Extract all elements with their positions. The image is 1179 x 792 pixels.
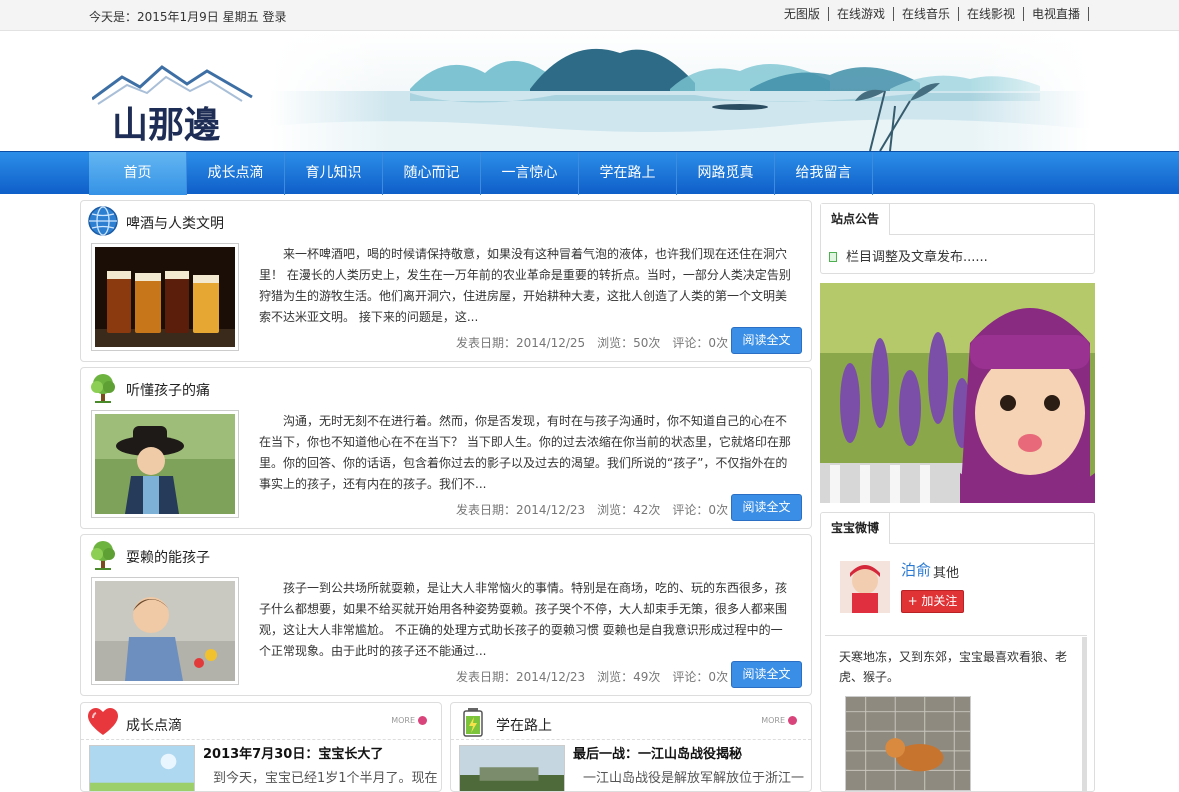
tree-icon: [91, 374, 115, 403]
article-card: 耍赖的能孩子 孩子一到公共场所就耍赖，是让大人非常恼火的事情。特别是在商场，吃的…: [80, 534, 812, 696]
category-box-learning: 学在路上 MORE 最后一战：一江山岛战役揭秘 一江山岛战役是解放军解放位于浙江…: [450, 702, 812, 792]
article-excerpt: 沟通，无时无刻不在进行着。然而，你是否发现，有时在与孩子沟通时，你不知道自己的心…: [259, 414, 791, 491]
weibo-post-text: 天寒地冻，又到东郊，宝宝最喜欢看狼、老虎、猴子。: [839, 650, 1068, 684]
user-name[interactable]: 泊俞: [901, 559, 931, 580]
nav-web[interactable]: 网路觅真: [677, 152, 775, 195]
heart-icon: [88, 708, 118, 735]
top-link-no-image[interactable]: 无图版: [776, 7, 829, 21]
nav-notes[interactable]: 随心而记: [383, 152, 481, 195]
baby-photo: [820, 283, 1095, 503]
more-arrow-icon: [418, 716, 427, 725]
article-excerpt: 孩子一到公共场所就耍赖，是让大人非常恼火的事情。特别是在商场，吃的、玩的东西很多…: [259, 581, 788, 658]
beer-image: [95, 247, 235, 347]
article-card: 啤酒与人类文明 来一杯啤酒吧，喝的时候请保持敬意，如果没有这种冒着气泡的液体，也…: [80, 200, 812, 362]
notice-item[interactable]: 栏目调整及文章发布......: [829, 246, 988, 265]
top-link-music[interactable]: 在线音乐: [894, 7, 959, 21]
entry-thumbnail[interactable]: [89, 745, 195, 792]
nav-guestbook[interactable]: 给我留言: [775, 152, 873, 195]
top-link-games[interactable]: 在线游戏: [829, 7, 894, 21]
nav-parenting[interactable]: 育儿知识: [285, 152, 383, 195]
article-meta: 发表日期：2014/12/23 浏览：49次 评论：0次: [456, 670, 729, 684]
logo-text: 山那邊: [112, 104, 220, 146]
landscape-banner: [270, 31, 1090, 151]
entry-text: 一江山岛战役是解放军解放位于浙江一: [583, 771, 805, 786]
site-header: 山那邊: [0, 31, 1179, 151]
panel-title[interactable]: 站点公告: [821, 204, 891, 235]
article-thumbnail[interactable]: [91, 410, 239, 518]
divider: [825, 635, 1087, 636]
main-nav: 首页 成长点滴 育儿知识 随心而记 一言惊心 学在路上 网路觅真 给我留言: [0, 151, 1179, 195]
follow-button[interactable]: + 加关注: [901, 590, 964, 613]
post-image[interactable]: [845, 696, 971, 791]
crying-child-image: [95, 581, 235, 681]
article-title[interactable]: 耍赖的能孩子: [126, 547, 210, 567]
entry-thumbnail[interactable]: [459, 745, 565, 792]
top-link-tv[interactable]: 电视直播: [1024, 7, 1089, 21]
date-line: 今天是：2015年1月9日 星期五 登录: [89, 8, 286, 25]
site-logo[interactable]: 山那邊: [92, 49, 262, 149]
read-more-button[interactable]: 阅读全文: [731, 661, 802, 688]
top-link-video[interactable]: 在线影视: [959, 7, 1024, 21]
article-thumbnail[interactable]: [91, 577, 239, 685]
top-bar: 今天是：2015年1月9日 星期五 登录 无图版 在线游戏 在线音乐 在线影视 …: [0, 0, 1179, 31]
read-more-button[interactable]: 阅读全文: [731, 494, 802, 521]
entry-title[interactable]: 2013年7月30日：宝宝长大了: [203, 743, 383, 762]
box-title: 学在路上: [496, 718, 552, 734]
panel-title[interactable]: 宝宝微博: [821, 513, 891, 544]
battery-icon: [463, 708, 483, 737]
nav-home[interactable]: 首页: [89, 152, 187, 195]
tree-icon: [91, 541, 115, 570]
entry-text: 到今天，宝宝已经1岁1个半月了。现在: [213, 771, 438, 786]
nav-quotes[interactable]: 一言惊心: [481, 152, 579, 195]
child-hat-image: [95, 414, 235, 514]
article-title[interactable]: 啤酒与人类文明: [126, 213, 224, 233]
nav-growth[interactable]: 成长点滴: [187, 152, 285, 195]
user-avatar[interactable]: [840, 561, 890, 613]
article-meta: 发表日期：2014/12/23 浏览：42次 评论：0次: [456, 503, 729, 517]
divider: [451, 739, 811, 740]
divider: [81, 739, 441, 740]
globe-icon: [88, 206, 118, 236]
scrollbar[interactable]: [1082, 637, 1087, 791]
box-title: 成长点滴: [126, 718, 182, 734]
entry-title[interactable]: 最后一战：一江山岛战役揭秘: [573, 743, 742, 762]
weibo-panel: 宝宝微博 泊俞 其他 + 加关注 天寒地冻，又到东郊，宝宝最喜欢看狼、老虎、猴子…: [820, 512, 1095, 792]
top-links: 无图版 在线游戏 在线音乐 在线影视 电视直播: [776, 7, 1089, 21]
category-box-growth: 成长点滴 MORE 2013年7月30日：宝宝长大了 到今天，宝宝已经1岁1个半…: [80, 702, 442, 792]
login-link[interactable]: 登录: [262, 10, 286, 24]
current-date: 今天是：2015年1月9日 星期五: [89, 10, 259, 24]
article-thumbnail[interactable]: [91, 243, 239, 351]
more-link[interactable]: MORE: [761, 716, 797, 725]
nav-learning[interactable]: 学在路上: [579, 152, 677, 195]
article-card: 听懂孩子的痛 沟通，无时无刻不在进行着。然而，你是否发现，有时在与孩子沟通时，你…: [80, 367, 812, 529]
panel-header: 站点公告: [821, 204, 1094, 235]
user-gender: 其他: [933, 566, 960, 581]
article-excerpt: 来一杯啤酒吧，喝的时候请保持敬意，如果没有这种冒着气泡的液体，也许我们现在还住在…: [259, 247, 791, 324]
read-more-button[interactable]: 阅读全文: [731, 327, 802, 354]
panel-header: 宝宝微博: [821, 513, 1094, 544]
article-meta: 发表日期：2014/12/25 浏览：50次 评论：0次: [456, 336, 729, 350]
notice-bullet-icon: [829, 252, 837, 262]
site-notice-panel: 站点公告 栏目调整及文章发布......: [820, 203, 1095, 274]
more-link[interactable]: MORE: [391, 716, 427, 725]
more-arrow-icon: [788, 716, 797, 725]
article-title[interactable]: 听懂孩子的痛: [126, 380, 210, 400]
